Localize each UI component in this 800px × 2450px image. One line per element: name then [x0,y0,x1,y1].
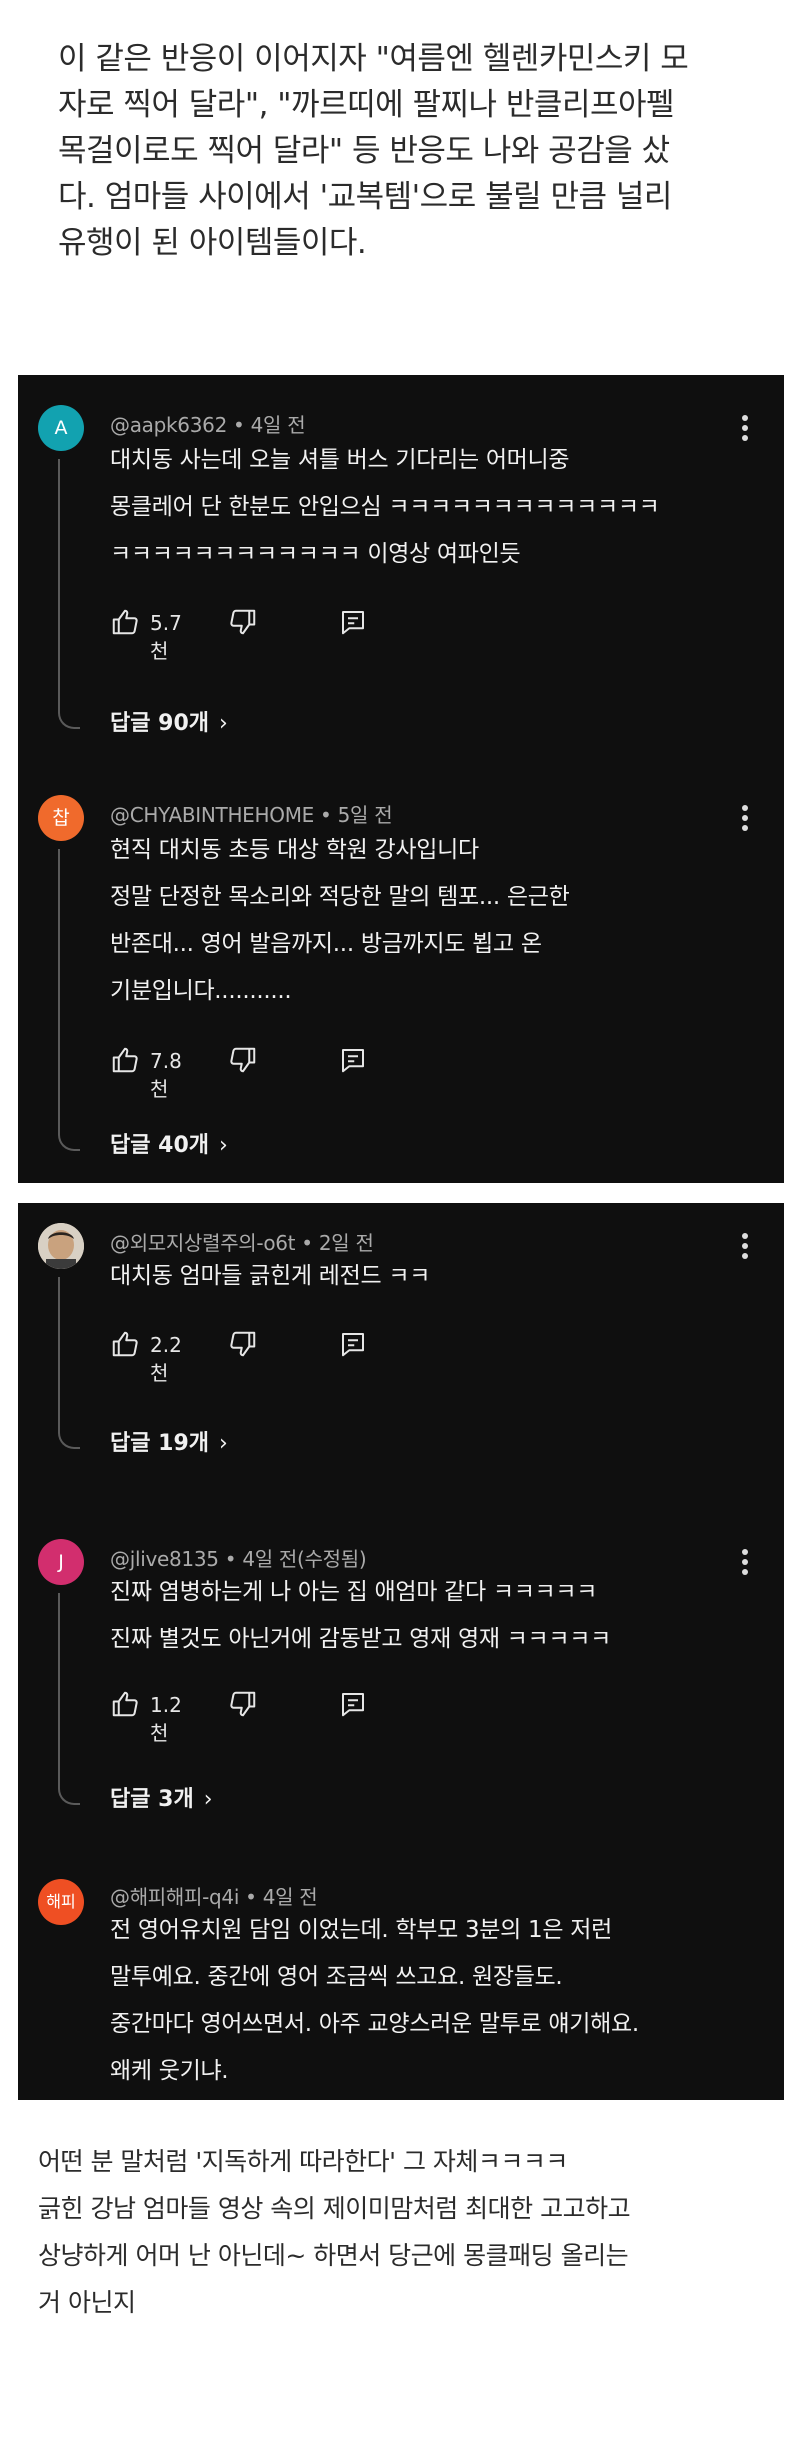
comment-meta: @외모지상렬주의-o6t • 2일 전 [110,1227,374,1256]
chevron-right-icon: › [219,1133,228,1158]
avatar[interactable]: 해피 [38,1879,84,1925]
thumbs-down-icon[interactable] [228,1329,258,1359]
reply-icon[interactable] [338,1689,368,1719]
comment-text: 대치동 엄마들 긁힌게 레전드 ㅋㅋ [110,1253,724,1300]
comment-text: 진짜 염병하는게 나 아는 집 애엄마 같다 ㅋㅋㅋㅋㅋ 진짜 별것도 아닌거에… [110,1569,724,1663]
meta-separator: • [239,1885,263,1909]
comment-panel-2: @외모지상렬주의-o6t • 2일 전 대치동 엄마들 긁힌게 레전드 ㅋㅋ 2… [18,1203,784,2100]
article-intro: 이 같은 반응이 이어지자 "여름엔 헬렌카민스키 모 자로 찍어 달라", "… [58,41,689,261]
thumbs-up-icon[interactable] [110,607,140,637]
reply-icon[interactable] [338,607,368,637]
more-vertical-icon[interactable] [742,415,750,445]
comment-meta: @jlive8135 • 4일 전(수정됨) [110,1543,367,1572]
comment-line: 대치동 사는데 오늘 셔틀 버스 기다리는 어머니중 [110,447,570,473]
comment-text: 전 영어유치원 담임 이었는데. 학부모 3분의 1은 저런 말투예요. 중간에… [110,1907,724,2095]
comment-line: 현직 대치동 초등 대상 학원 강사입니다 [110,837,479,863]
reply-icon[interactable] [338,1045,368,1075]
thread-connector [58,849,80,1151]
comment-line: 전 영어유치원 담임 이었는데. 학부모 3분의 1은 저런 [110,1917,612,1943]
thread-connector [58,1593,80,1805]
avatar[interactable]: J [38,1539,84,1585]
comment-line: 대치동 엄마들 긁힌게 레전드 ㅋㅋ [110,1263,431,1289]
article-outro: 어떤 분 말처럼 '지독하게 따라한다' 그 자체ㅋㅋㅋㅋ 긁힌 강남 엄마들 … [38,2147,631,2317]
comment-line: 정말 단정한 목소리와 적당한 말의 템포... 은근한 [110,884,570,910]
chevron-right-icon: › [219,711,228,736]
thumbs-up-icon[interactable] [110,1045,140,1075]
like-count: 7.8천 [150,1049,182,1101]
comment-item: J @jlive8135 • 4일 전(수정됨) 진짜 염병하는게 나 아는 집… [18,1493,784,1833]
comment-time[interactable]: 4일 전 [251,413,306,437]
meta-separator: • [314,803,338,827]
comment-meta: @aapk6362 • 4일 전 [110,409,306,438]
meta-separator: • [227,413,251,437]
avatar[interactable] [38,1223,84,1269]
comment-handle[interactable]: @CHYABINTHEHOME [110,803,314,827]
comment-line: 중간마다 영어쓰면서. 아주 교양스러운 말투로 얘기해요. [110,2011,639,2037]
comment-text: 현직 대치동 초등 대상 학원 강사입니다 정말 단정한 목소리와 적당한 말의… [110,827,724,1015]
replies-toggle[interactable]: 답글 19개 › [110,1425,228,1457]
replies-toggle[interactable]: 답글 40개 › [110,1127,228,1159]
replies-label: 답글 19개 [110,1431,209,1456]
chevron-right-icon: › [203,1787,213,1812]
meta-separator: • [295,1231,319,1255]
replies-label: 답글 3개 [110,1787,194,1812]
thumbs-up-icon[interactable] [110,1689,140,1719]
replies-label: 답글 40개 [110,1133,209,1158]
comment-time[interactable]: 4일 전(수정됨) [242,1547,366,1571]
thumbs-up-icon[interactable] [110,1329,140,1359]
like-count: 5.7천 [150,611,182,663]
more-vertical-icon[interactable] [742,1549,750,1579]
comment-time[interactable]: 2일 전 [319,1231,374,1255]
comment-panel-1: A @aapk6362 • 4일 전 대치동 사는데 오늘 셔틀 버스 기다리는… [18,375,784,1183]
thumbs-down-icon[interactable] [228,607,258,637]
thread-connector [58,1277,80,1449]
like-count: 2.2천 [150,1333,182,1385]
chevron-right-icon: › [219,1431,228,1456]
thumbs-down-icon[interactable] [228,1689,258,1719]
replies-toggle[interactable]: 답글 90개 › [110,705,228,737]
more-vertical-icon[interactable] [742,1233,750,1263]
thread-connector [58,459,80,729]
reply-icon[interactable] [338,1329,368,1359]
comment-item: 해피 @해피해피-q4i • 4일 전 전 영어유치원 담임 이었는데. 학부모… [18,1833,784,2100]
comment-line: 진짜 별것도 아닌거에 감동받고 영재 영재 ㅋㅋㅋㅋㅋ [110,1626,611,1652]
comment-time[interactable]: 4일 전 [263,1885,318,1909]
comment-handle[interactable]: @해피해피-q4i [110,1885,239,1909]
replies-label: 답글 90개 [110,711,209,736]
thumbs-down-icon[interactable] [228,1045,258,1075]
avatar[interactable]: A [38,405,84,451]
comment-line: 말투예요. 중간에 영어 조금씩 쓰고요. 원장들도. [110,1964,563,1990]
comment-line: 왜케 웃기냐. [110,2058,229,2084]
comment-line: 기분입니다........... [110,978,292,1004]
like-count: 1.2천 [150,1693,182,1745]
avatar[interactable]: 찹 [38,795,84,841]
comment-item: 찹 @CHYABINTHEHOME • 5일 전 현직 대치동 초등 대상 학원… [18,765,784,1183]
comment-line: 몽클레어 단 한분도 안입으심 ㅋㅋㅋㅋㅋㅋㅋㅋㅋㅋㅋㅋㅋ [110,494,660,520]
comment-handle[interactable]: @aapk6362 [110,413,227,437]
comment-line: 진짜 염병하는게 나 아는 집 애엄마 같다 ㅋㅋㅋㅋㅋ [110,1579,598,1605]
comment-line: 반존대... 영어 발음까지... 방금까지도 뵙고 온 [110,931,542,957]
more-vertical-icon[interactable] [742,805,750,835]
comment-meta: @해피해피-q4i • 4일 전 [110,1881,318,1910]
comment-handle[interactable]: @외모지상렬주의-o6t [110,1231,296,1255]
comment-item: @외모지상렬주의-o6t • 2일 전 대치동 엄마들 긁힌게 레전드 ㅋㅋ 2… [18,1203,784,1493]
comment-text: 대치동 사는데 오늘 셔틀 버스 기다리는 어머니중 몽클레어 단 한분도 안입… [110,437,724,578]
comment-handle[interactable]: @jlive8135 [110,1547,219,1571]
replies-toggle[interactable]: 답글 3개 › [110,1781,213,1813]
meta-separator: • [218,1547,243,1571]
comment-time[interactable]: 5일 전 [338,803,393,827]
comment-item: A @aapk6362 • 4일 전 대치동 사는데 오늘 셔틀 버스 기다리는… [18,375,784,765]
avatar-photo [38,1223,84,1269]
comment-line: ㅋㅋㅋㅋㅋㅋㅋㅋㅋㅋㅋㅋ 이영상 여파인듯 [110,541,521,567]
comment-meta: @CHYABINTHEHOME • 5일 전 [110,799,393,828]
